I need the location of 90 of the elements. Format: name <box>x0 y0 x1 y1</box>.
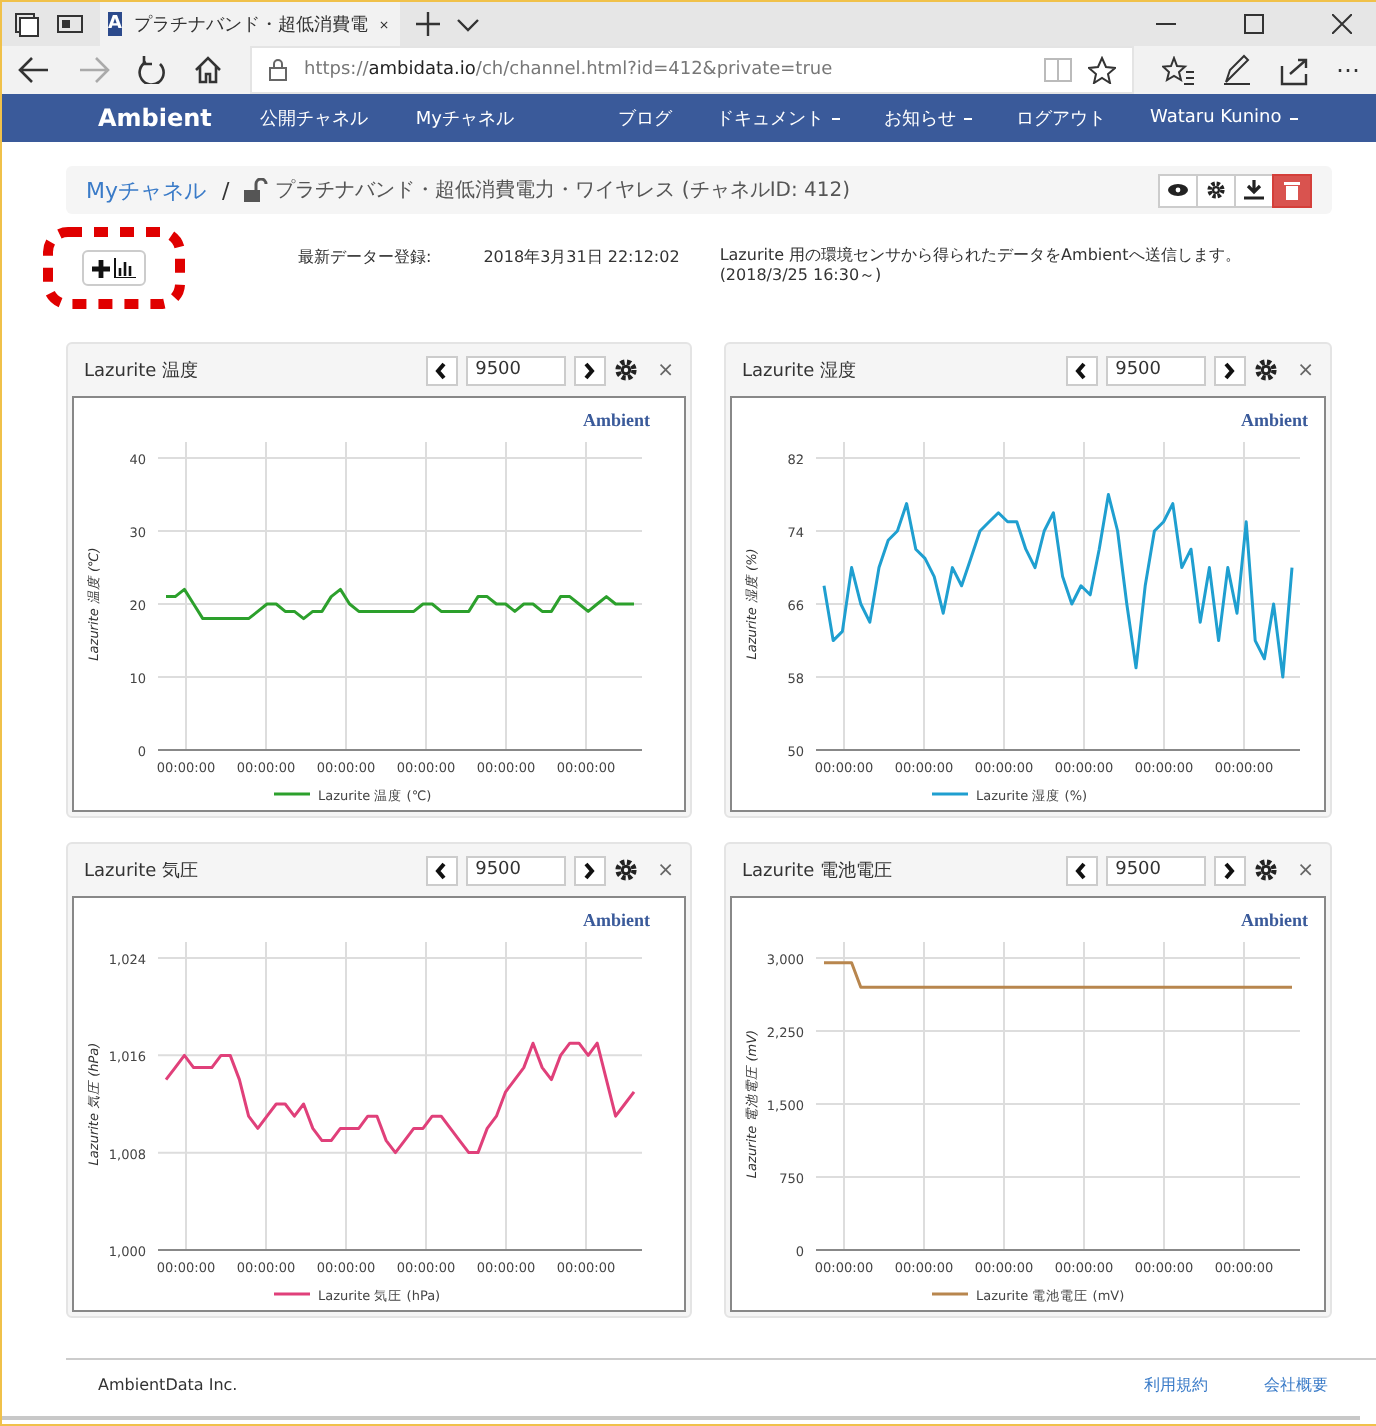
address-field[interactable]: https://ambidata.io/ch/channel.html?id=412&private=true <box>250 46 1134 94</box>
chart-brand: Ambient <box>1241 910 1308 930</box>
next-button[interactable] <box>573 855 606 885</box>
chart-brand: Ambient <box>583 910 650 930</box>
tab-title: プラチナバンド・超低消費電 <box>133 12 368 37</box>
more-button[interactable]: ⋯ <box>1336 56 1360 84</box>
nav-link[interactable]: ドキュメント <box>716 105 841 131</box>
previous-button[interactable] <box>1065 855 1098 885</box>
chevron-right-icon <box>582 361 597 379</box>
trash-button[interactable] <box>1272 173 1312 207</box>
previous-button[interactable] <box>1065 355 1098 385</box>
chart-title: Lazurite 湿度 <box>742 359 857 383</box>
chart-brand: Ambient <box>1241 410 1308 430</box>
breadcrumb-separator: / <box>222 177 230 203</box>
nav-link[interactable]: ブログ <box>618 105 673 131</box>
previous-button[interactable] <box>425 855 458 885</box>
unlock-icon <box>241 178 268 202</box>
brand-link[interactable]: Ambient <box>98 104 212 132</box>
chevron-right-icon <box>582 861 597 879</box>
download-icon <box>1244 180 1264 200</box>
tabs-icon[interactable] <box>14 11 40 37</box>
previous-button[interactable] <box>425 355 458 385</box>
caret-icon <box>832 117 841 119</box>
bar-chart-icon <box>114 258 136 278</box>
star-icon[interactable] <box>1088 56 1116 84</box>
download-button[interactable] <box>1234 173 1274 207</box>
lock-icon <box>268 58 288 82</box>
refresh-icon[interactable] <box>138 56 166 84</box>
range-field[interactable]: 9500 <box>1105 355 1206 385</box>
highlight-outline <box>42 226 186 310</box>
tab-aside-icon[interactable] <box>56 12 84 36</box>
next-button[interactable] <box>1213 855 1246 885</box>
chart-brand: Ambient <box>583 410 650 430</box>
nav-link[interactable]: Wataru Kunino <box>1150 105 1298 131</box>
chevron-down-icon[interactable] <box>456 16 480 32</box>
home-icon[interactable] <box>194 56 222 84</box>
breadcrumb-link[interactable]: Myチャネル <box>86 175 207 205</box>
scrollbar[interactable] <box>2 1416 1360 1420</box>
nav-link[interactable]: 公開チャネル <box>259 105 368 131</box>
chevron-right-icon <box>1222 361 1237 379</box>
close-button[interactable]: × <box>1297 359 1314 381</box>
nav-link[interactable]: お知らせ <box>884 105 973 131</box>
chevron-left-icon <box>1074 861 1089 879</box>
gear-icon[interactable] <box>1253 858 1278 882</box>
share-icon[interactable] <box>1280 55 1308 85</box>
range-field[interactable]: 9500 <box>465 355 566 385</box>
update-label: 最新データー登録: <box>298 246 432 268</box>
nav-link[interactable]: ログアウト <box>1016 105 1107 131</box>
trash-icon <box>1282 180 1302 200</box>
chevron-left-icon <box>1074 361 1089 379</box>
next-button[interactable] <box>573 355 606 385</box>
url-text: https://ambidata.io/ch/channel.html?id=412&private=true <box>304 60 833 80</box>
close-button[interactable]: × <box>1297 859 1314 881</box>
chevron-left-icon <box>434 861 449 879</box>
eye-icon <box>1168 182 1188 198</box>
favicon: A <box>108 12 122 36</box>
gear-icon <box>1206 180 1226 200</box>
chevron-left-icon <box>434 361 449 379</box>
eye-button[interactable] <box>1158 173 1198 207</box>
close-icon[interactable] <box>1332 14 1352 34</box>
caret-icon <box>1289 117 1298 119</box>
close-button[interactable]: × <box>657 359 674 381</box>
chart-title: Lazurite 温度 <box>84 359 199 383</box>
chart-title: Lazurite 電池電圧 <box>742 859 893 883</box>
gear-button[interactable] <box>1196 173 1236 207</box>
channel-title: プラチナバンド・超低消費電力・ワイヤレス (チャネルID: 412) <box>275 177 850 204</box>
nav-link[interactable]: Myチャネル <box>415 105 515 131</box>
close-button[interactable]: × <box>657 859 674 881</box>
gear-icon[interactable] <box>1253 358 1278 382</box>
new-tab-icon[interactable] <box>416 12 440 36</box>
chart-title: Lazurite 気圧 <box>84 859 199 883</box>
back-icon[interactable] <box>18 56 50 84</box>
company-name: AmbientData Inc. <box>98 1375 238 1393</box>
add-chart-button[interactable] <box>82 250 146 286</box>
caret-icon <box>964 117 973 119</box>
footer-link[interactable]: 会社概要 <box>1264 1373 1328 1395</box>
maximize-icon[interactable] <box>1244 14 1264 34</box>
browser-tab[interactable]: A プラチナバンド・超低消費電 <box>100 2 400 46</box>
footer-link[interactable]: 利用規約 <box>1144 1373 1208 1395</box>
gear-icon[interactable] <box>613 858 638 882</box>
range-field[interactable]: 9500 <box>465 855 566 885</box>
favorites-icon[interactable] <box>1162 55 1194 85</box>
update-time: 2018年3月31日 22:12:02 <box>483 246 680 268</box>
next-button[interactable] <box>1213 355 1246 385</box>
gear-icon[interactable] <box>613 358 638 382</box>
range-field[interactable]: 9500 <box>1105 855 1206 885</box>
pen-icon[interactable] <box>1222 54 1252 86</box>
channel-description: Lazurite 用の環境センサから得られたデータをAmbientへ送信します。(2018/3/25 16:30～) <box>719 246 1243 288</box>
chevron-right-icon <box>1222 861 1237 879</box>
plus-icon <box>92 259 110 277</box>
